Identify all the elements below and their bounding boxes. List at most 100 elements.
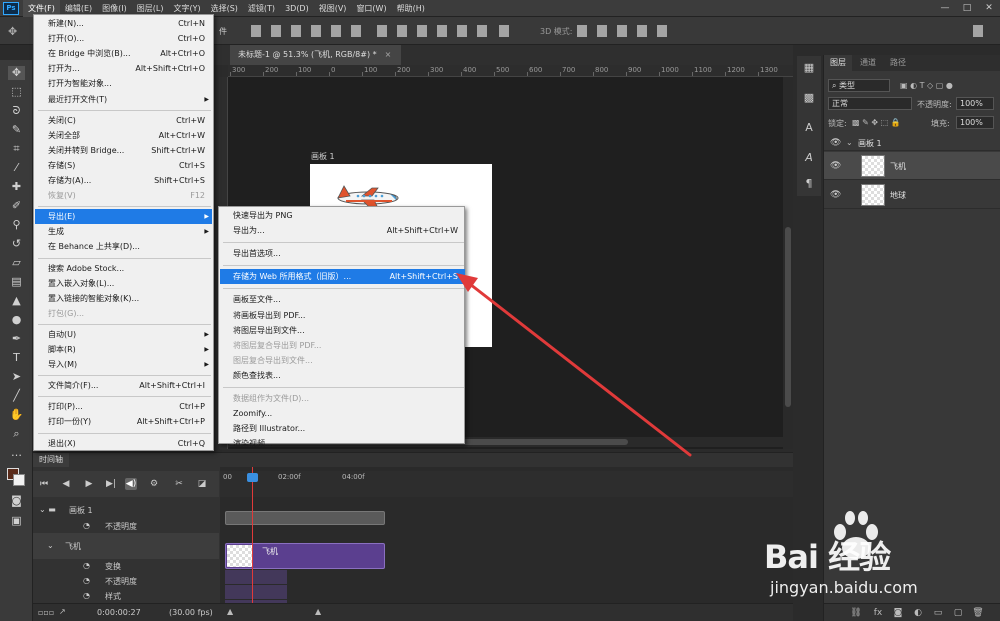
layer-group-row[interactable]: 👁 ⌄ 画板 1 [824,135,1000,151]
filemenu-item[interactable]: 在 Behance 上共享(D)... [35,239,212,254]
airplane-clip[interactable]: 飞机 [225,543,385,569]
submenu-item[interactable]: 存储为 Web 所用格式（旧版）... Alt+Shift+Ctrl+S [220,269,465,285]
next-frame-icon[interactable]: ▶| [105,478,117,490]
zoom-tool-icon[interactable]: ⌕ [8,427,25,441]
opacity-track[interactable] [225,585,287,599]
filemenu-item[interactable]: 打开为智能对象... [35,76,212,91]
submenu-item[interactable]: 快速导出为 PNG [220,208,465,223]
filemenu-item[interactable]: 关闭(C) Ctrl+W [35,113,212,128]
line-tool-icon[interactable]: ╱ [8,389,25,403]
timeline-row-layer[interactable]: ⌄ 飞机 [33,533,219,559]
timeline-tab[interactable]: 时间轴 [33,453,69,467]
filemenu-item[interactable]: 置入嵌入对象(L)... [35,276,212,291]
workspace-icon[interactable] [973,25,983,37]
3d-scale-icon[interactable] [657,25,667,37]
timeline-ruler[interactable]: 00 02:00f 04:00f [220,471,793,497]
auto-align-icon[interactable] [499,25,509,37]
go-to-first-frame-icon[interactable]: ⏮ [38,478,50,490]
eye-icon[interactable]: 👁 [830,138,841,148]
filemenu-item[interactable]: 自动(U) ▶ [35,327,212,342]
tab-paths[interactable]: 路径 [884,55,912,71]
more-tools-icon[interactable]: … [8,446,25,460]
distribute-vcenter-icon[interactable] [397,25,407,37]
submenu-item[interactable]: 渲染视频... [220,436,465,451]
playhead-line[interactable] [252,467,253,607]
timeline-row-prop[interactable]: ◔ 不透明度 [33,574,219,589]
3d-rotate-icon[interactable] [577,25,587,37]
align-right-icon[interactable] [351,25,361,37]
history-brush-icon[interactable]: ↺ [8,237,25,251]
brush-tool-icon[interactable]: ✐ [8,199,25,213]
tab-layers[interactable]: 图层 [824,55,852,71]
type-tool-icon[interactable]: T [8,351,25,365]
character-panel-icon[interactable]: A [801,120,817,136]
marquee-tool-icon[interactable]: ⬚ [8,85,25,99]
align-vcenter-icon[interactable] [271,25,281,37]
filemenu-item[interactable]: 存储为(A)... Shift+Ctrl+S [35,173,212,188]
distribute-right-icon[interactable] [477,25,487,37]
lock-icons[interactable]: ▩ ✎ ✥ ⬚ 🔒 [852,118,901,127]
align-hcenter-icon[interactable] [331,25,341,37]
filemenu-item[interactable]: 在 Bridge 中浏览(B)... Alt+Ctrl+O [35,46,212,61]
dodge-tool-icon[interactable]: ● [8,313,25,327]
timeline-track-area[interactable]: 00 02:00f 04:00f 飞机 [220,467,793,614]
submenu-item[interactable]: 导出为... Alt+Shift+Ctrl+W [220,223,465,238]
fill-field[interactable]: 100% [956,116,994,129]
play-icon[interactable]: ▶ [83,478,95,490]
clone-stamp-icon[interactable]: ⚲ [8,218,25,232]
filter-icons[interactable]: ▣ ◐ T ◇ ▢ ● [900,81,953,90]
filemenu-item[interactable]: 生成 ▶ [35,224,212,239]
filemenu-item[interactable]: 搜索 Adobe Stock... [35,261,212,276]
move-tool-icon[interactable]: ✥ [8,66,25,80]
move-tool-icon[interactable]: ✥ [8,25,20,38]
zoom-in-mountain-icon[interactable]: ▲ [315,607,321,616]
filemenu-item[interactable]: 打印一份(Y) Alt+Shift+Ctrl+P [35,414,212,429]
paragraph-panel-icon[interactable]: ¶ [801,176,817,192]
gradient-tool-icon[interactable]: ▤ [8,275,25,289]
filemenu-item[interactable]: 导出(E) ▶ [35,209,212,225]
glyphs-panel-icon[interactable]: A [801,150,817,166]
layer-row-earth[interactable]: 👁 地球 [824,181,1000,209]
distribute-hcenter-icon[interactable] [457,25,467,37]
distribute-top-icon[interactable] [377,25,387,37]
minimize-button[interactable]: — [934,0,956,17]
submenu-item[interactable]: 路径到 Illustrator... [220,421,465,436]
frame-mode-icon[interactable]: ▫▫▫ [38,608,54,617]
audio-icon[interactable]: ◀) [125,478,137,490]
timeline-row-group[interactable]: ⌄ ▬ 画板 1 [33,503,219,518]
transition-icon[interactable]: ◪ [196,478,208,490]
3d-roll-icon[interactable] [597,25,607,37]
menu-8[interactable]: 视图(V) [314,0,352,17]
3d-slide-icon[interactable] [637,25,647,37]
lasso-tool-icon[interactable]: ᘐ [8,104,25,118]
filemenu-item[interactable]: 文件简介(F)... Alt+Shift+Ctrl+I [35,378,212,393]
quick-select-tool-icon[interactable]: ✎ [8,123,25,137]
submenu-item[interactable]: Zoomify... [220,406,465,421]
close-tab-icon[interactable]: × [385,50,392,59]
filemenu-item[interactable]: 存储(S) Ctrl+S [35,158,212,173]
timeline-row-prop[interactable]: ◔ 变换 [33,559,219,574]
history-panel-icon[interactable]: ▦ [801,60,817,76]
submenu-item[interactable]: 将图层导出到文件... [220,323,465,338]
menu-9[interactable]: 窗口(W) [351,0,391,17]
screen-mode-icon[interactable]: ▣ [8,514,25,528]
menu-7[interactable]: 3D(D) [280,0,314,17]
align-top-icon[interactable] [251,25,261,37]
artboard-clip[interactable] [225,511,385,525]
layer-filter-select[interactable]: ⌕ 类型 [828,79,890,92]
filemenu-item[interactable]: 新建(N)... Ctrl+N [35,16,212,31]
settings-gear-icon[interactable]: ⚙ [148,478,160,490]
quick-mask-icon[interactable]: ◙ [8,494,25,508]
eraser-tool-icon[interactable]: ▱ [8,256,25,270]
timeline-row-prop[interactable]: ◔ 不透明度 [33,519,219,534]
eye-icon[interactable]: 👁 [830,161,841,171]
submenu-item[interactable]: 画板至文件... [220,292,465,307]
filemenu-item[interactable]: 置入链接的智能对象(K)... [35,291,212,306]
hand-tool-icon[interactable]: ✋ [8,408,25,422]
filemenu-item[interactable]: 脚本(R) ▶ [35,342,212,357]
vertical-scrollbar[interactable] [783,77,793,449]
menu-10[interactable]: 帮助(H) [392,0,430,17]
transform-track[interactable] [225,570,287,584]
filemenu-item[interactable]: 导入(M) ▶ [35,357,212,372]
tab-channels[interactable]: 通道 [854,55,882,71]
